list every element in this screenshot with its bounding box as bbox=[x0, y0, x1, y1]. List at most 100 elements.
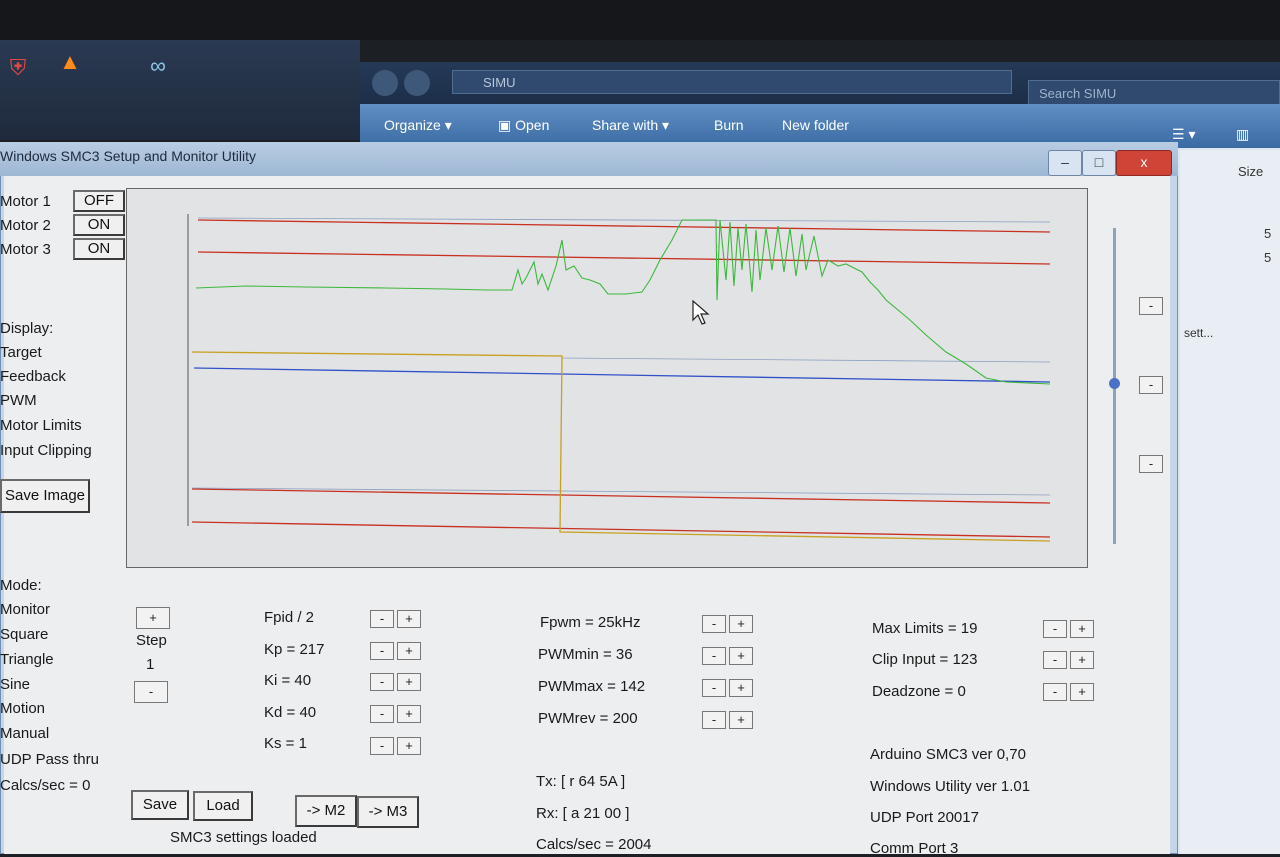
save-image-button[interactable]: Save Image bbox=[0, 479, 90, 513]
fpwm-minus-button[interactable]: - bbox=[702, 615, 726, 633]
forward-arrow-icon[interactable] bbox=[404, 70, 430, 96]
file-size: 5 bbox=[1264, 226, 1272, 241]
address-text: SIMU bbox=[483, 75, 516, 90]
arduino-icon[interactable]: ∞ bbox=[140, 48, 176, 84]
back-arrow-icon[interactable] bbox=[372, 70, 398, 96]
mode-option-monitor[interactable]: Monitor bbox=[0, 601, 50, 618]
ks-plus-button[interactable]: + bbox=[397, 737, 421, 755]
deadzone-label: Deadzone = 0 bbox=[872, 683, 966, 700]
step-value: 1 bbox=[146, 656, 155, 673]
display-heading: Display: bbox=[0, 320, 54, 337]
view-options-icon[interactable]: ☰ ▾ bbox=[1172, 126, 1195, 143]
desktop-taskbar: ⛨ ▲ ∞ bbox=[0, 40, 360, 140]
limit-line-lower-2 bbox=[191, 521, 1051, 538]
pwmmax-minus-button[interactable]: - bbox=[702, 679, 726, 697]
copy-to-m3-button[interactable]: -> M3 bbox=[357, 796, 419, 828]
calcs-per-sec-readout: Calcs/sec = 2004 bbox=[536, 836, 652, 853]
share-with-button[interactable]: Share with ▾ bbox=[592, 117, 669, 134]
fpid-plus-button[interactable]: + bbox=[397, 610, 421, 628]
share-with-label: Share with bbox=[592, 117, 659, 133]
monitor-graph bbox=[187, 214, 1051, 542]
pwmrev-minus-button[interactable]: - bbox=[702, 711, 726, 729]
max-limits-minus-button[interactable]: - bbox=[1043, 620, 1067, 638]
display-option-target[interactable]: Target bbox=[0, 344, 42, 361]
status-message: SMC3 settings loaded bbox=[170, 829, 317, 846]
mode-option-square[interactable]: Square bbox=[0, 626, 48, 643]
display-option-feedback[interactable]: Feedback bbox=[0, 368, 66, 385]
load-settings-button[interactable]: Load bbox=[193, 791, 253, 821]
preview-pane-icon[interactable]: ▥ bbox=[1236, 126, 1249, 143]
feedback-trace bbox=[195, 219, 1051, 385]
fpwm-plus-button[interactable]: + bbox=[729, 615, 753, 633]
pwmrev-plus-button[interactable]: + bbox=[729, 711, 753, 729]
address-bar[interactable]: SIMU bbox=[452, 70, 1012, 94]
ks-minus-button[interactable]: - bbox=[370, 737, 394, 755]
utility-version: Windows Utility ver 1.01 bbox=[870, 778, 1031, 795]
pwmmin-minus-button[interactable]: - bbox=[702, 647, 726, 665]
mode-option-sine[interactable]: Sine bbox=[0, 676, 30, 693]
ki-minus-button[interactable]: - bbox=[370, 673, 394, 691]
clip-input-minus-button[interactable]: - bbox=[1043, 651, 1067, 669]
step-minus-button[interactable]: - bbox=[134, 681, 168, 703]
display-option-motor-limits[interactable]: Motor Limits bbox=[0, 417, 82, 434]
pwmmin-plus-button[interactable]: + bbox=[729, 647, 753, 665]
new-folder-button[interactable]: New folder bbox=[782, 117, 849, 133]
deadzone-plus-button[interactable]: + bbox=[1070, 683, 1094, 701]
tx-readout: Tx: [ r 64 5A ] bbox=[536, 773, 626, 790]
kp-plus-button[interactable]: + bbox=[397, 642, 421, 660]
max-limits-plus-button[interactable]: + bbox=[1070, 620, 1094, 638]
udp-port: UDP Port 20017 bbox=[870, 809, 979, 826]
size-column-header[interactable]: Size bbox=[1238, 164, 1263, 179]
zoom-minus-button[interactable]: - bbox=[1139, 376, 1163, 394]
motor-1-toggle[interactable]: OFF bbox=[73, 190, 125, 212]
organize-button[interactable]: Organize ▾ bbox=[384, 117, 452, 134]
arduino-version: Arduino SMC3 ver 0,70 bbox=[870, 746, 1026, 763]
open-icon: ▣ bbox=[498, 117, 516, 133]
clip-input-label: Clip Input = 123 bbox=[872, 651, 978, 668]
mode-option-manual[interactable]: Manual bbox=[0, 725, 49, 742]
graph-scale-slider-thumb[interactable] bbox=[1109, 378, 1120, 389]
limit-line-upper-2 bbox=[197, 251, 1051, 265]
motor-3-toggle[interactable]: ON bbox=[73, 238, 125, 260]
step-plus-button[interactable]: + bbox=[136, 607, 170, 629]
vlc-cone-icon[interactable]: ▲ bbox=[52, 44, 88, 80]
open-button[interactable]: ▣ Open bbox=[498, 117, 549, 134]
mouse-cursor-icon bbox=[692, 300, 710, 325]
ki-plus-button[interactable]: + bbox=[397, 673, 421, 691]
close-button[interactable]: x bbox=[1116, 150, 1172, 176]
kd-plus-button[interactable]: + bbox=[397, 705, 421, 723]
search-placeholder: Search SIMU bbox=[1039, 86, 1117, 101]
mode-option-motion[interactable]: Motion bbox=[0, 700, 45, 717]
display-option-pwm[interactable]: PWM bbox=[0, 392, 37, 409]
pwmmax-plus-button[interactable]: + bbox=[729, 679, 753, 697]
save-settings-button[interactable]: Save bbox=[131, 790, 189, 820]
organize-label: Organize bbox=[384, 117, 441, 133]
kp-minus-button[interactable]: - bbox=[370, 642, 394, 660]
fpid-label: Fpid / 2 bbox=[264, 609, 315, 626]
ki-label: Ki = 40 bbox=[264, 672, 312, 689]
burn-button[interactable]: Burn bbox=[714, 117, 744, 133]
mode-option-udp-pass-thru[interactable]: UDP Pass thru bbox=[0, 751, 99, 768]
shield-icon[interactable]: ⛨ bbox=[0, 50, 36, 86]
clip-input-plus-button[interactable]: + bbox=[1070, 651, 1094, 669]
zoom-minus-button[interactable]: - bbox=[1139, 455, 1163, 473]
mode-calcs-readout: Calcs/sec = 0 bbox=[0, 777, 91, 794]
copy-to-m2-button[interactable]: -> M2 bbox=[295, 795, 357, 827]
maximize-button[interactable]: □ bbox=[1082, 150, 1116, 176]
kp-label: Kp = 217 bbox=[264, 641, 325, 658]
new-folder-label: New folder bbox=[782, 117, 849, 133]
deadzone-minus-button[interactable]: - bbox=[1043, 683, 1067, 701]
motor-3-label: Motor 3 bbox=[0, 241, 51, 258]
window-title: Windows SMC3 Setup and Monitor Utility bbox=[0, 148, 256, 164]
details-pane-text: sett... bbox=[1184, 326, 1214, 340]
display-option-input-clipping[interactable]: Input Clipping bbox=[0, 442, 92, 459]
zoom-minus-button[interactable]: - bbox=[1139, 297, 1163, 315]
pwmmax-label: PWMmax = 142 bbox=[538, 678, 646, 695]
fpid-minus-button[interactable]: - bbox=[370, 610, 394, 628]
motor-2-toggle[interactable]: ON bbox=[73, 214, 125, 236]
kd-minus-button[interactable]: - bbox=[370, 705, 394, 723]
kd-label: Kd = 40 bbox=[264, 704, 317, 721]
mode-option-triangle[interactable]: Triangle bbox=[0, 651, 54, 668]
search-input[interactable]: Search SIMU bbox=[1028, 80, 1280, 106]
minimize-button[interactable]: – bbox=[1048, 150, 1082, 176]
